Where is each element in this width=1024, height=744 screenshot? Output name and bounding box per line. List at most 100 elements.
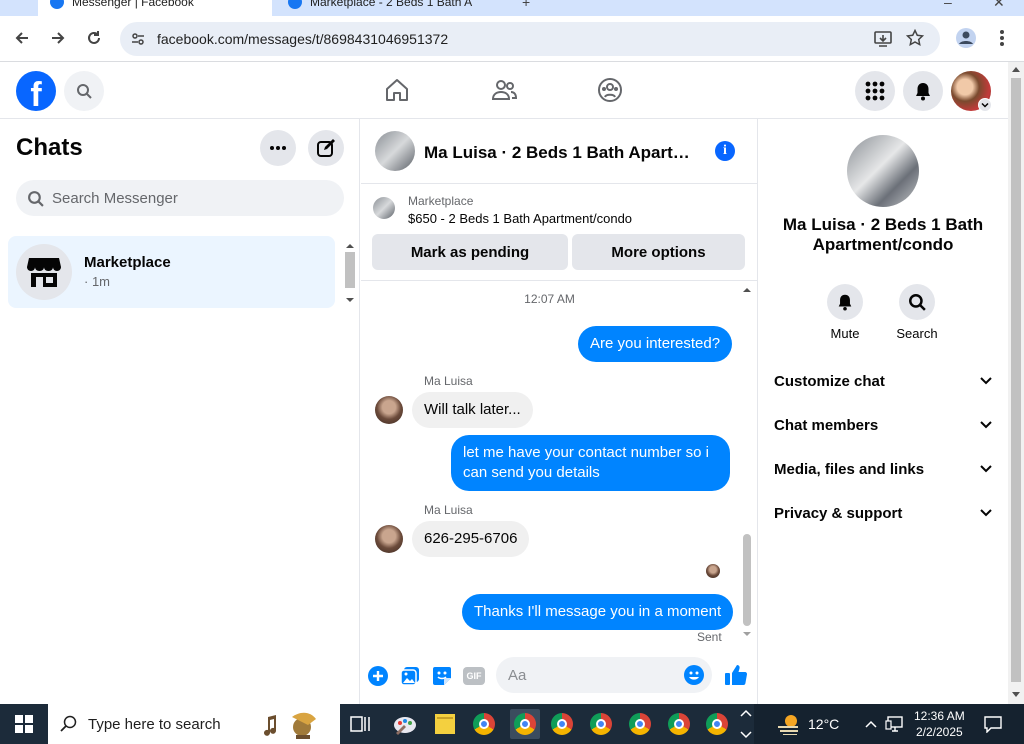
mark-as-pending-button[interactable]: Mark as pending bbox=[372, 234, 568, 270]
tab-messenger[interactable]: Messenger | Facebook bbox=[38, 0, 272, 16]
sender-avatar[interactable] bbox=[375, 396, 403, 424]
url-text[interactable]: facebook.com/messages/t/8698431046951372 bbox=[157, 31, 448, 47]
taskbar-search-box[interactable]: Type here to search bbox=[48, 704, 340, 744]
chrome-icon[interactable] bbox=[549, 711, 575, 737]
chrome-icon[interactable] bbox=[704, 711, 730, 737]
photo-icon[interactable] bbox=[399, 665, 421, 687]
chrome-icon[interactable] bbox=[627, 711, 653, 737]
close-window-icon[interactable]: ✕ bbox=[993, 0, 1005, 11]
message-bubble-outgoing[interactable]: let me have your contact number so i can… bbox=[451, 435, 730, 491]
paint-app-icon[interactable] bbox=[392, 711, 418, 737]
chrome-icon-active[interactable] bbox=[510, 709, 540, 739]
bookmark-star-icon[interactable] bbox=[905, 28, 925, 52]
gif-label: GIF bbox=[463, 667, 485, 685]
facebook-header: f bbox=[0, 62, 1008, 119]
chevron-down-icon[interactable] bbox=[978, 98, 992, 112]
section-chat-members[interactable]: Chat members bbox=[774, 413, 992, 437]
browser-toolbar: facebook.com/messages/t/8698431046951372 bbox=[0, 16, 1024, 62]
info-title: Ma Luisa · 2 Beds 1 Bath Apartment/condo bbox=[782, 215, 984, 254]
tab-marketplace[interactable]: Marketplace - 2 Beds 1 Bath A bbox=[276, 0, 516, 16]
page-scrollbar[interactable] bbox=[1008, 62, 1024, 704]
groups-icon[interactable] bbox=[596, 76, 624, 104]
minimize-icon[interactable]: – bbox=[944, 0, 952, 10]
notifications-center-icon[interactable] bbox=[980, 711, 1006, 737]
conversation-scrollbar[interactable] bbox=[740, 282, 754, 642]
scrollbar-thumb[interactable] bbox=[743, 534, 751, 626]
chrome-icon[interactable] bbox=[471, 711, 497, 737]
search-action[interactable]: Search bbox=[887, 284, 947, 341]
message-bubble-outgoing[interactable]: Are you interested? bbox=[578, 326, 733, 362]
message-input-wrapper[interactable] bbox=[496, 657, 712, 693]
section-label: Chat members bbox=[774, 416, 879, 434]
taskbar-clock[interactable]: 12:36 AM 2/2/2025 bbox=[914, 708, 965, 740]
back-icon[interactable] bbox=[10, 26, 34, 50]
clock-time: 12:36 AM bbox=[914, 709, 965, 723]
reload-icon[interactable] bbox=[82, 26, 106, 50]
network-icon[interactable] bbox=[882, 711, 908, 737]
gif-icon[interactable]: GIF bbox=[462, 665, 486, 687]
chats-options-button[interactable] bbox=[260, 130, 296, 166]
conversation-title[interactable]: Ma Luisa · 2 Beds 1 Bath Apartment/condo bbox=[424, 143, 704, 163]
weather-temperature[interactable]: 12°C bbox=[808, 716, 839, 732]
listing-thumbnail[interactable] bbox=[373, 197, 395, 219]
sticky-notes-icon[interactable] bbox=[432, 711, 458, 737]
tray-chevron-up-icon[interactable] bbox=[858, 711, 884, 737]
chrome-icon[interactable] bbox=[588, 711, 614, 737]
plus-circle-icon[interactable] bbox=[367, 665, 389, 687]
message-bubble-outgoing[interactable]: Thanks I'll message you in a moment bbox=[462, 594, 734, 630]
profile-icon[interactable] bbox=[954, 26, 978, 50]
listing-source: Marketplace bbox=[408, 194, 474, 208]
search-messenger-input[interactable] bbox=[52, 180, 332, 216]
conversation-avatar[interactable] bbox=[375, 131, 415, 171]
listing-price-title[interactable]: $650 - 2 Beds 1 Bath Apartment/condo bbox=[408, 211, 632, 226]
browser-menu-icon[interactable] bbox=[990, 26, 1014, 50]
message-input[interactable] bbox=[508, 657, 678, 693]
windows-taskbar: Type here to search 12°C 12:36 AM 2/2/20… bbox=[0, 704, 1024, 744]
chevron-down-icon bbox=[980, 377, 992, 385]
new-tab-icon[interactable]: + bbox=[522, 0, 530, 10]
home-icon[interactable] bbox=[383, 76, 411, 104]
friends-icon[interactable] bbox=[490, 76, 518, 104]
chats-scrollbar[interactable] bbox=[343, 240, 357, 306]
search-messenger[interactable] bbox=[16, 180, 344, 216]
taskbar-overflow-scroll[interactable] bbox=[738, 704, 754, 744]
search-icon[interactable] bbox=[899, 284, 935, 320]
like-thumb-icon[interactable] bbox=[723, 662, 749, 688]
notifications-button[interactable] bbox=[903, 71, 943, 111]
chrome-icon[interactable] bbox=[666, 711, 692, 737]
menu-button[interactable] bbox=[855, 71, 895, 111]
new-message-button[interactable] bbox=[308, 130, 344, 166]
sender-avatar[interactable] bbox=[375, 525, 403, 553]
facebook-logo-icon[interactable]: f bbox=[16, 71, 56, 111]
chat-item-marketplace[interactable]: Marketplace · 1m bbox=[8, 236, 335, 308]
message-composer: GIF bbox=[361, 651, 758, 704]
compose-icon bbox=[317, 139, 335, 157]
windows-start-icon[interactable] bbox=[0, 704, 48, 744]
tab-title: Marketplace - 2 Beds 1 Bath A bbox=[310, 0, 473, 9]
read-receipt-avatar bbox=[706, 564, 720, 578]
music-notes-icon bbox=[264, 709, 328, 744]
site-info-icon[interactable] bbox=[130, 31, 146, 52]
emoji-icon[interactable] bbox=[684, 665, 704, 690]
message-timestamp: 12:07 AM bbox=[524, 292, 575, 306]
sticker-icon[interactable] bbox=[431, 665, 453, 687]
facebook-search-button[interactable] bbox=[64, 71, 104, 111]
more-options-button[interactable]: More options bbox=[572, 234, 745, 270]
section-media-files-links[interactable]: Media, files and links bbox=[774, 457, 992, 481]
info-icon[interactable]: i bbox=[715, 141, 735, 161]
section-privacy-support[interactable]: Privacy & support bbox=[774, 501, 992, 525]
info-avatar[interactable] bbox=[847, 135, 919, 207]
message-bubble-incoming[interactable]: Will talk later... bbox=[412, 392, 533, 428]
install-app-icon[interactable] bbox=[874, 30, 892, 53]
weather-icon[interactable] bbox=[777, 711, 803, 737]
forward-icon[interactable] bbox=[46, 26, 70, 50]
address-bar[interactable]: facebook.com/messages/t/8698431046951372 bbox=[120, 22, 940, 56]
section-customize-chat[interactable]: Customize chat bbox=[774, 369, 992, 393]
message-bubble-incoming[interactable]: 626-295-6706 bbox=[412, 521, 530, 557]
task-view-icon[interactable] bbox=[347, 711, 373, 737]
scrollbar-thumb[interactable] bbox=[1011, 78, 1021, 682]
bell-icon[interactable] bbox=[827, 284, 863, 320]
mute-action[interactable]: Mute bbox=[815, 284, 875, 341]
taskbar-search-placeholder: Type here to search bbox=[88, 716, 221, 733]
search-label: Search bbox=[896, 326, 938, 341]
